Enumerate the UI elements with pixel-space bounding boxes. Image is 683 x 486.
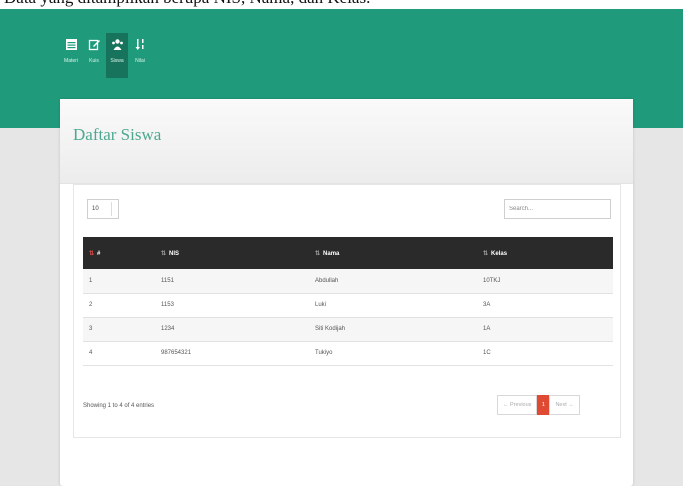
cell-nama: Luki xyxy=(315,302,327,308)
column-header-label: NIS xyxy=(169,250,180,257)
cell-nis: 1234 xyxy=(161,326,175,332)
nav-label-nilai: Nilai xyxy=(135,58,145,64)
column-header-number[interactable]: ⇅ # xyxy=(83,237,155,269)
column-header-label: Nama xyxy=(323,250,340,257)
cell-nama: Abdullah xyxy=(315,277,339,284)
entries-length-value: 10 xyxy=(92,206,99,212)
cell-number: 4 xyxy=(89,350,93,356)
spinner-arrows-icon[interactable] xyxy=(111,202,117,216)
document-caption: Data yang ditampilkan berupa NIS, Nama, … xyxy=(0,0,683,9)
column-header-nis[interactable]: ⇅ NIS xyxy=(155,237,309,269)
table-row: 2 1153 Luki 3A xyxy=(83,293,613,317)
cell-kelas: 10TKJ xyxy=(483,277,501,284)
cell-nis: 987654321 xyxy=(161,350,192,356)
previous-page-button[interactable]: ← Previous xyxy=(497,395,538,415)
page-1-button[interactable]: 1 xyxy=(537,395,550,415)
nav-label-kuis: Kuis xyxy=(89,58,99,64)
sort-icon: ⇅ xyxy=(161,250,167,257)
students-table: ⇅ # ⇅ NIS ⇅ Nama ⇅ Kelas 1 1151 Abdullah 10T… xyxy=(83,237,613,366)
nav-item-nilai[interactable]: Nilai xyxy=(129,33,151,78)
edit-icon xyxy=(88,39,100,51)
cell-kelas: 1C xyxy=(483,350,491,356)
table-row: 1 1151 Abdullah 10TKJ xyxy=(83,269,613,293)
cell-number: 2 xyxy=(89,302,93,308)
sort-icon: ⇅ xyxy=(315,250,321,257)
cell-nama: Siti Kodijah xyxy=(315,326,346,332)
sort-icon: ⇅ xyxy=(483,250,489,257)
sort-icon: ⇅ xyxy=(89,250,95,257)
table-info: Showing 1 to 4 of 4 entries xyxy=(83,403,155,409)
column-header-label: Kelas xyxy=(491,250,508,257)
cell-number: 3 xyxy=(89,326,93,332)
users-icon xyxy=(111,39,123,50)
cell-number: 1 xyxy=(89,277,93,284)
column-header-kelas[interactable]: ⇅ Kelas xyxy=(477,237,613,269)
cell-nis: 1153 xyxy=(161,302,174,308)
page-title: Daftar Siswa xyxy=(73,125,162,144)
content-panel: Daftar Siswa 10 ⇅# ⇅NIS ⇅Nama ⇅Kelas 1 1… xyxy=(60,99,633,486)
nav-item-kuis[interactable]: Kuis xyxy=(83,33,105,78)
column-header-label: # xyxy=(97,250,101,257)
cell-kelas: 1A xyxy=(483,326,491,332)
nav-label-siswa: Siswa xyxy=(110,58,124,64)
table-row: 3 1234 Siti Kodijah 1A xyxy=(83,317,613,341)
cell-nis: 1151 xyxy=(161,277,174,284)
cell-kelas: 3A xyxy=(483,302,491,308)
main-nav: Materi Kuis Siswa Nilai xyxy=(60,33,152,78)
entries-length-select[interactable]: 10 xyxy=(87,199,119,219)
caption-text: Data yang ditampilkan berupa NIS, Nama, … xyxy=(4,0,370,8)
nav-item-siswa[interactable]: Siswa xyxy=(106,33,128,78)
table-icon xyxy=(65,39,77,50)
nav-label-materi: Materi xyxy=(64,58,78,64)
pagination: ← Previous 1 Next → xyxy=(497,395,580,415)
next-page-button[interactable]: Next → xyxy=(549,395,580,415)
datatable-card: 10 ⇅# ⇅NIS ⇅Nama ⇅Kelas 1 1151 Abdullah … xyxy=(73,184,621,438)
column-header-nama[interactable]: ⇅ Nama xyxy=(309,237,477,269)
panel-header: Daftar Siswa xyxy=(60,99,633,184)
table-row: 4 987654321 Tukiyo 1C xyxy=(83,341,613,365)
table-header-row: ⇅ # ⇅ NIS ⇅ Nama ⇅ Kelas xyxy=(83,237,613,269)
search-input[interactable] xyxy=(504,199,611,219)
cell-nama: Tukiyo xyxy=(315,350,333,356)
nav-item-materi[interactable]: Materi xyxy=(60,33,82,78)
sort-icon xyxy=(135,39,143,50)
